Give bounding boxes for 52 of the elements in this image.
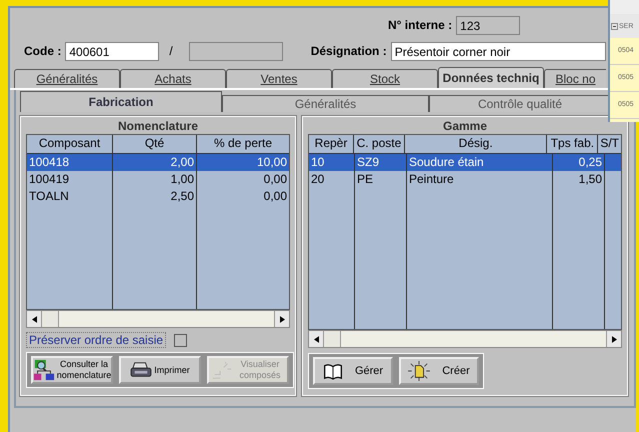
- column-header[interactable]: Qté: [113, 135, 197, 153]
- subtab[interactable]: Généralités: [222, 95, 429, 112]
- scroll-right-icon[interactable]: [280, 316, 284, 322]
- internal-number-label: N° interne :: [388, 18, 452, 32]
- scroll-thumb[interactable]: [42, 311, 59, 327]
- scroll-right-icon[interactable]: [612, 336, 616, 342]
- tab[interactable]: Bloc no: [544, 69, 606, 88]
- designation-field[interactable]: Présentoir corner noir: [390, 42, 606, 60]
- column-header[interactable]: % de perte: [197, 135, 289, 153]
- tab[interactable]: Stock: [332, 69, 438, 88]
- code-label: Code :: [24, 44, 62, 58]
- horizontal-scrollbar[interactable]: [308, 330, 622, 348]
- nomenclature-title: Nomenclature: [116, 118, 200, 134]
- subtab[interactable]: Contrôle qualité: [429, 95, 610, 112]
- table-row[interactable]: 100418 2,00 10,00: [27, 154, 289, 171]
- code-suffix-field[interactable]: [188, 42, 283, 60]
- hierarchy-icon: [32, 359, 55, 381]
- book-icon: [322, 362, 343, 380]
- components-icon: [211, 360, 233, 380]
- tab[interactable]: Généralités: [14, 69, 120, 88]
- table-row[interactable]: 100419 1,00 0,00: [27, 171, 289, 188]
- collapse-icon[interactable]: [611, 22, 618, 30]
- preserve-order-label: Préserver ordre de saisie: [26, 332, 166, 348]
- gamme-title: Gamme: [442, 118, 488, 134]
- toolbar-button[interactable]: Créer: [399, 357, 479, 385]
- table-row[interactable]: 20 PE Peinture 1,50: [309, 171, 621, 188]
- column-header[interactable]: Composant: [27, 135, 113, 153]
- code-field[interactable]: 400601: [65, 42, 160, 60]
- toolbar-button[interactable]: Consulter la nomenclature: [31, 356, 113, 384]
- column-header[interactable]: S/T: [598, 135, 621, 153]
- designation-label: Désignation :: [310, 44, 387, 58]
- separator-text: /: [169, 44, 173, 58]
- table-row[interactable]: 10 SZ9 Soudure étain 0,25: [309, 154, 621, 171]
- column-header[interactable]: C. poste: [354, 135, 405, 153]
- tab[interactable]: Ventes: [226, 69, 332, 88]
- column-header[interactable]: Tps fab.: [547, 135, 598, 153]
- column-header[interactable]: Repèr: [309, 135, 354, 153]
- table-row[interactable]: TOALN 2,50 0,00: [27, 188, 289, 205]
- tab[interactable]: Achats: [120, 69, 226, 88]
- printer-icon: [130, 361, 152, 379]
- tab[interactable]: Données techniq: [438, 67, 544, 88]
- toolbar-button[interactable]: Gérer: [313, 357, 393, 385]
- scroll-left-icon[interactable]: [32, 316, 36, 322]
- internal-number-field[interactable]: 123: [456, 16, 520, 34]
- toolbar-button[interactable]: Imprimer: [119, 356, 201, 384]
- column-header[interactable]: Désig.: [404, 135, 548, 153]
- horizontal-scrollbar[interactable]: [26, 310, 290, 328]
- new-document-icon: [408, 361, 430, 381]
- scroll-thumb[interactable]: [324, 331, 341, 347]
- scroll-left-icon[interactable]: [314, 336, 318, 342]
- subtab[interactable]: Fabrication: [20, 91, 222, 112]
- preserve-order-checkbox[interactable]: [174, 334, 188, 346]
